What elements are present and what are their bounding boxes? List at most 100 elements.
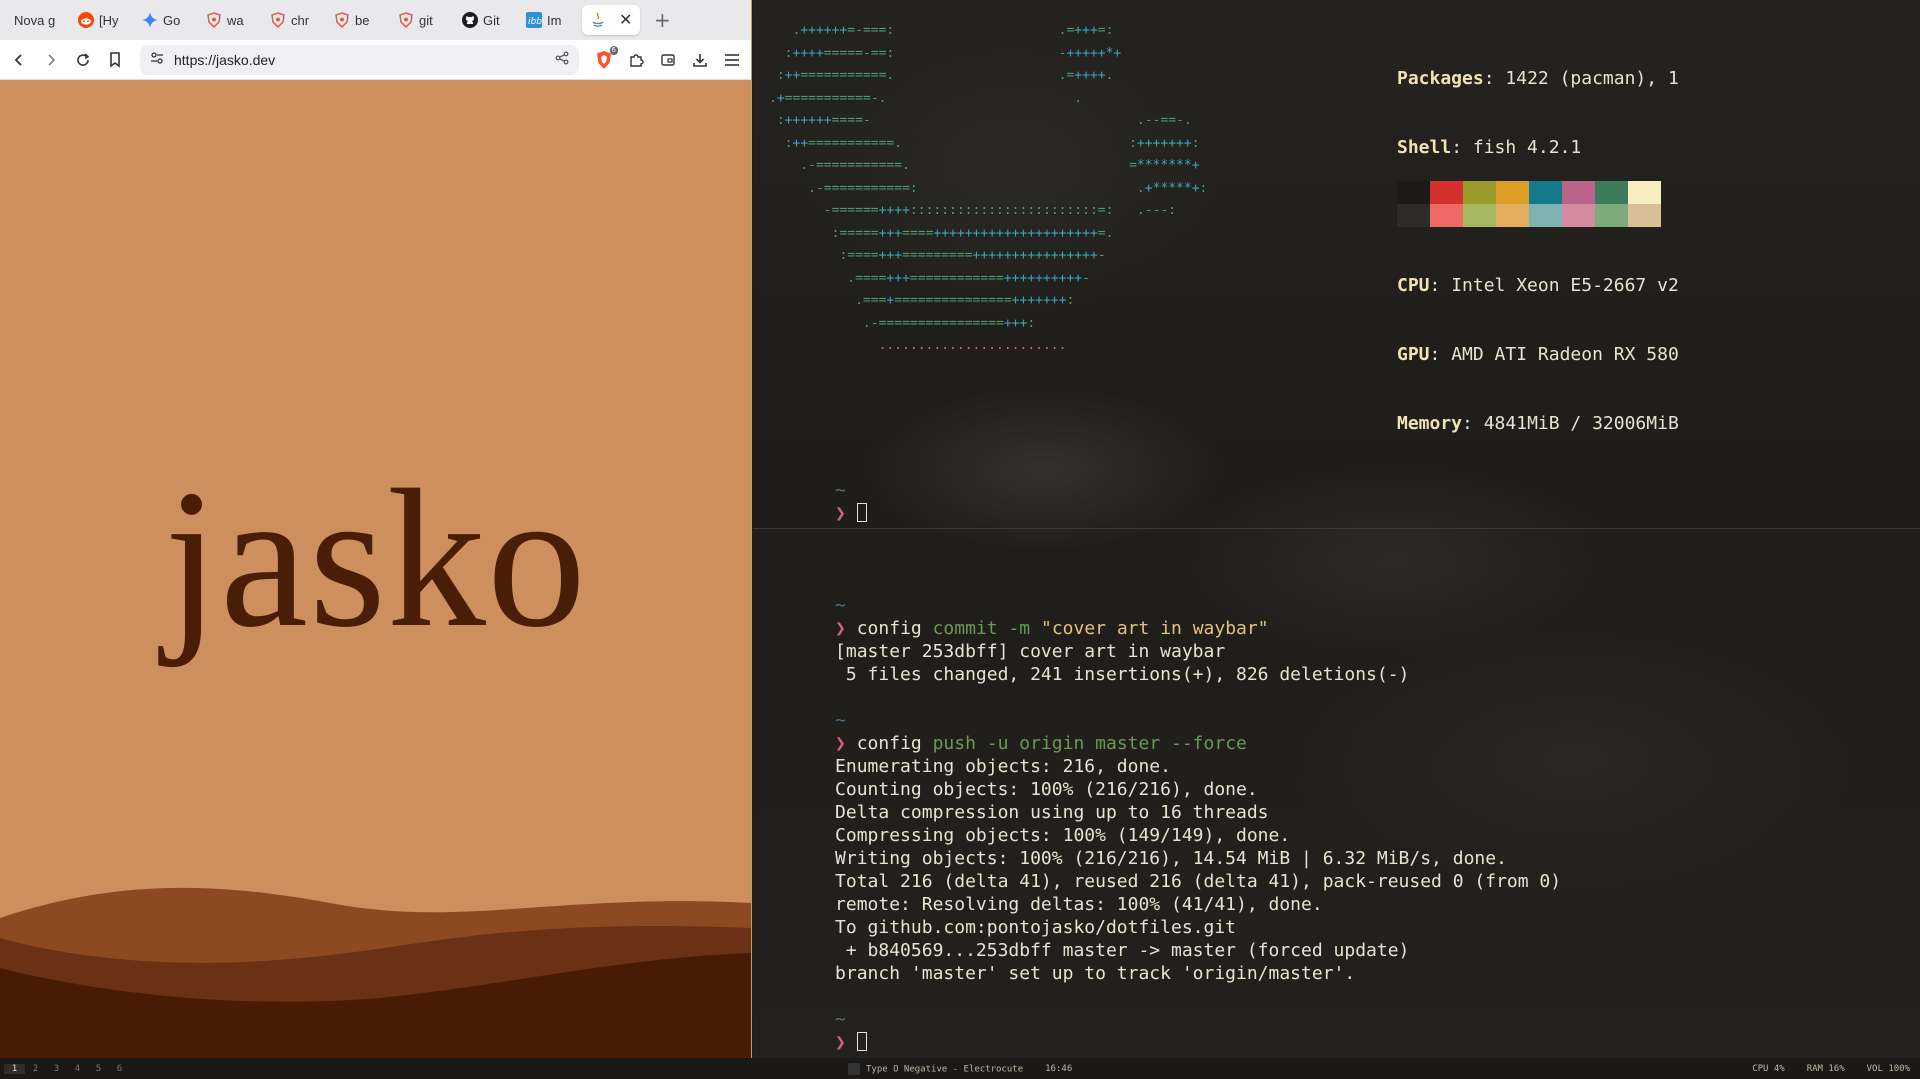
output-line: Enumerating objects: 216, done. [835, 756, 1171, 777]
color-swatch [1496, 181, 1529, 204]
ascii-art-line: .+===========-. . [769, 90, 1083, 106]
workspace-1[interactable]: 1 [4, 1063, 25, 1074]
tab-6[interactable]: git [390, 5, 452, 35]
ascii-art-line: -======++++::::::::::::::::::::::::=: .-… [823, 203, 1177, 218]
fastfetch-ascii-art: .++++++=-===: .=+++=: :++++=====-==: -++… [769, 20, 1207, 358]
prompt-line: ❯ [835, 1032, 867, 1053]
terminal-cursor [856, 1032, 867, 1051]
address-bar[interactable]: https://jasko.dev [140, 44, 579, 75]
cwd-tilde: ~ [835, 595, 846, 616]
color-swatch [1430, 204, 1463, 227]
workspace-4[interactable]: 4 [67, 1064, 88, 1074]
workspace-5[interactable]: 5 [88, 1064, 109, 1074]
tab-8[interactable]: ibb Im [518, 5, 580, 35]
status-bar: 123456 Type O Negative - Electrocute 16:… [0, 1058, 1920, 1079]
output-line: Delta compression using up to 16 threads [835, 802, 1269, 823]
workspace-2[interactable]: 2 [25, 1064, 46, 1074]
tab-1[interactable]: [Hy [70, 5, 132, 35]
ibb-icon: ibb [526, 12, 542, 28]
tab-label: Go [163, 12, 181, 28]
info-memory: Memory: 4841MiB / 32006MiB [1397, 413, 1679, 434]
ascii-art-line: .-===========. =*******+ [800, 158, 1200, 173]
color-swatch [1628, 181, 1661, 204]
color-swatch [1397, 181, 1430, 204]
tab-label: [Hy [99, 12, 119, 28]
tab-label: chr [291, 12, 310, 28]
back-icon[interactable] [8, 49, 30, 71]
color-swatch [1529, 204, 1562, 227]
terminal-top[interactable]: .++++++=-===: .=+++=: :++++=====-==: -++… [753, 0, 1920, 527]
output-line: Compressing objects: 100% (149/149), don… [835, 825, 1291, 846]
tab-9[interactable]: ✕ [582, 5, 640, 35]
tab-label: Nova g [14, 12, 56, 28]
share-icon[interactable] [555, 50, 569, 69]
bookmark-icon[interactable] [104, 49, 126, 71]
tab-5[interactable]: be [326, 5, 388, 35]
tab-0[interactable]: Nova g [6, 5, 68, 35]
tab-7[interactable]: Git [454, 5, 516, 35]
download-icon[interactable] [689, 49, 711, 71]
extensions-icon[interactable] [625, 49, 647, 71]
bar-center: Type O Negative - Electrocute 16:46 [848, 1062, 1072, 1075]
volume[interactable]: VOL 100% [1867, 1064, 1910, 1074]
bar-right: CPU 4% RAM 16% VOL 100% [1752, 1064, 1910, 1074]
tab-3[interactable]: wa [198, 5, 260, 35]
output-line: branch 'master' set up to track 'origin/… [835, 963, 1356, 984]
site-settings-icon[interactable] [150, 50, 164, 69]
clock[interactable]: 16:46 [1045, 1064, 1072, 1074]
new-tab-button[interactable]: + [654, 8, 671, 32]
terminal-bottom[interactable]: ~ ❯ config commit -m "cover art in wayba… [753, 528, 1920, 1058]
tab-4[interactable]: chr [262, 5, 324, 35]
brave-shield-icon [398, 12, 414, 29]
output-line: Total 216 (delta 41), reused 216 (delta … [835, 871, 1562, 892]
tab-label: git [419, 12, 433, 28]
color-swatch [1496, 204, 1529, 227]
gemini-icon [142, 12, 158, 28]
ascii-art-line: :++===========. :+++++++: [784, 135, 1200, 151]
tab-label: wa [227, 12, 244, 28]
terminal-output: ~ ❯ config commit -m "cover art in wayba… [770, 571, 1561, 1077]
ram-usage[interactable]: RAM 16% [1807, 1064, 1845, 1074]
info-shell: Shell: fish 4.2.1 [1397, 137, 1582, 158]
brave-shields-icon[interactable]: 6 [593, 45, 618, 71]
cover-art [848, 1062, 860, 1075]
close-tab-icon[interactable]: ✕ [619, 10, 632, 30]
ascii-art-line: :++++=====-==: -+++++*+ [784, 45, 1122, 61]
color-swatch [1529, 181, 1562, 204]
output-line: + b840569...253dbff master -> master (fo… [835, 940, 1410, 961]
cwd-tilde: ~ [835, 480, 846, 501]
now-playing[interactable]: Type O Negative - Electrocute [848, 1062, 1023, 1075]
command-line-1: ❯ config commit -m "cover art in waybar" [835, 618, 1269, 639]
browser-window: Nova g [Hy Go wa chr be git Git ibb Im ✕… [0, 0, 752, 1058]
prompt-line: ❯ [835, 503, 867, 524]
url-text[interactable]: https://jasko.dev [174, 52, 545, 68]
color-swatch [1463, 181, 1496, 204]
output-line: remote: Resolving deltas: 100% (41/41), … [835, 894, 1323, 915]
java-icon [590, 12, 606, 28]
reddit-icon [78, 12, 94, 28]
info-packages: Packages: 1422 (pacman), 1 [1397, 68, 1679, 89]
workspace-6[interactable]: 6 [109, 1064, 130, 1074]
web-page: jasko [0, 80, 751, 1058]
cpu-usage[interactable]: CPU 4% [1752, 1064, 1785, 1074]
output-line: [master 253dbff] cover art in waybar [835, 641, 1226, 662]
reload-icon[interactable] [72, 49, 94, 71]
color-swatch [1562, 204, 1595, 227]
ascii-art-line: :++===========. .=++++. [776, 68, 1114, 83]
tab-label: be [355, 12, 370, 28]
brave-shield-icon [206, 12, 222, 29]
ascii-art-line: .-===========: .+*****+: [808, 180, 1208, 196]
forward-icon[interactable] [40, 49, 62, 71]
workspace-3[interactable]: 3 [46, 1064, 67, 1074]
ascii-art-line: ........................ [878, 338, 1067, 353]
info-gpu: GPU: AMD ATI Radeon RX 580 [1397, 344, 1679, 365]
color-swatch [1430, 181, 1463, 204]
color-swatch [1562, 181, 1595, 204]
menu-icon[interactable] [721, 49, 743, 71]
ascii-art-line: .++++++=-===: .=+++=: [792, 23, 1114, 38]
output-line: Writing objects: 100% (216/216), 14.54 M… [835, 848, 1507, 869]
ascii-art-line: .-================+++: [862, 315, 1036, 331]
tab-2[interactable]: Go [134, 5, 196, 35]
wallet-icon[interactable] [657, 49, 679, 71]
system-info: Packages: 1422 (pacman), 1 Shell: fish 4… [1397, 21, 1679, 481]
